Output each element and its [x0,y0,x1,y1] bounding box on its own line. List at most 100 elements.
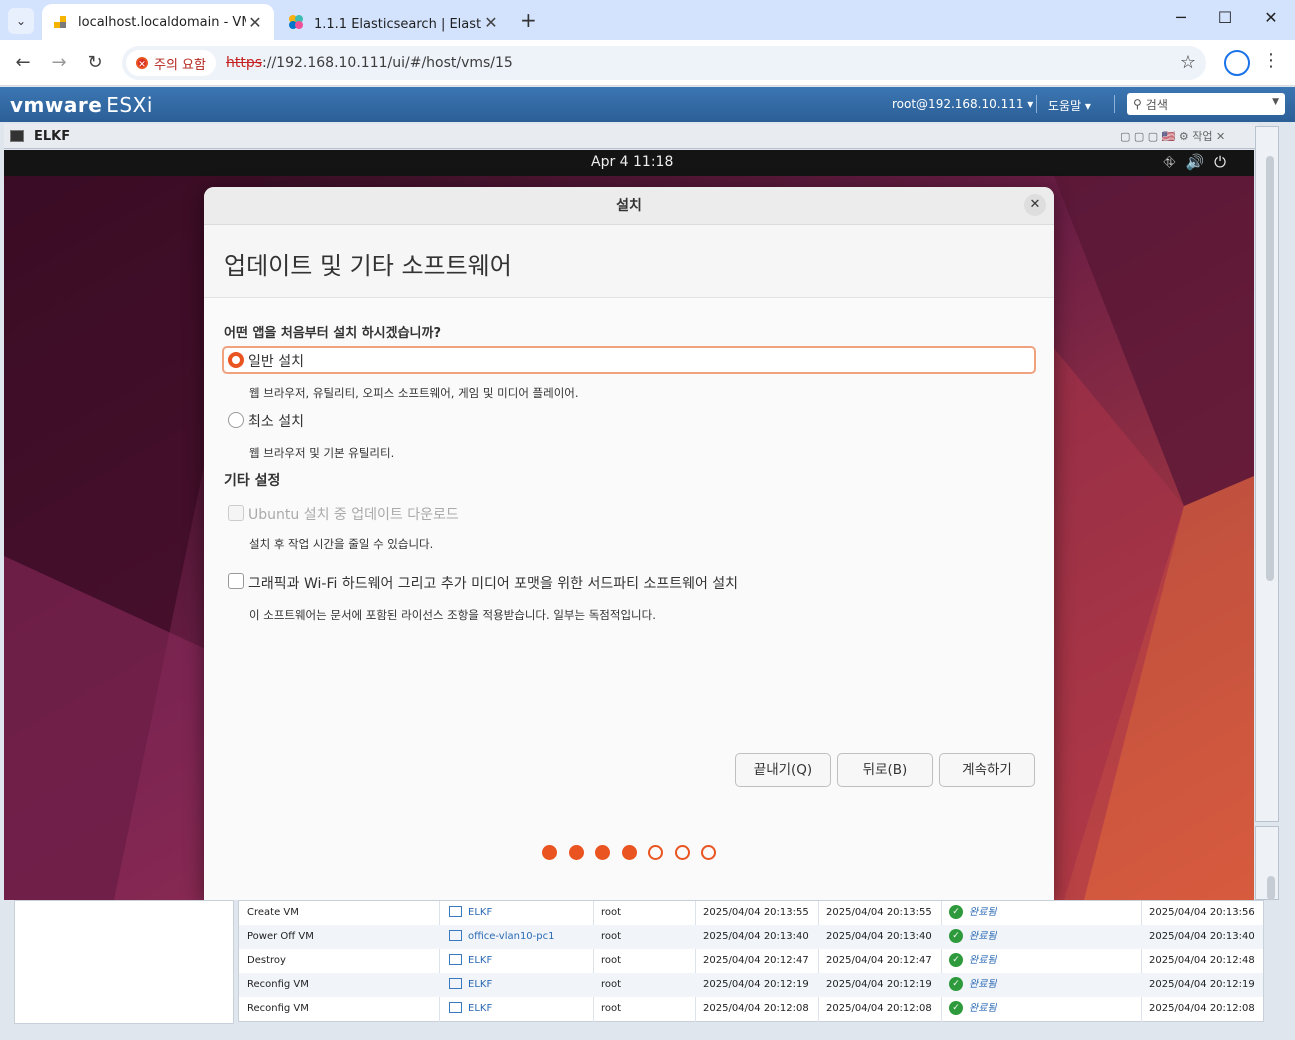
bookmark-star-icon[interactable]: ☆ [1180,52,1196,73]
task-started-text: 2025/04/04 20:13:40 [826,931,932,942]
progress-dot [701,845,716,860]
normal-install-option[interactable] [222,346,1036,374]
url-text[interactable]: https://192.168.10.111/ui/#/host/vms/15 [226,55,513,71]
quit-button[interactable]: 끝내기(Q) [735,753,831,787]
tasks-scrollbar[interactable] [1267,876,1275,900]
task-target-cell[interactable]: ELKF [449,901,492,925]
task-task-text: Reconfig VM [247,979,309,990]
progress-dot [621,845,637,860]
forward-arrow-icon[interactable]: → [46,50,72,76]
task-queued-cell: 2025/04/04 20:13:55 [703,901,809,925]
back-arrow-icon[interactable]: ← [10,50,36,76]
browser-tab-elastic[interactable]: 1.1.1 Elasticsearch | Elastic 가이드 ✕ [278,4,510,40]
task-started-text: 2025/04/04 20:12:19 [826,979,932,990]
esxi-search-input[interactable]: ⚲ 검색 ▼ [1127,93,1285,115]
task-target-text: office-vlan10-pc1 [468,931,555,942]
url-scheme: https [225,55,263,71]
table-row[interactable]: Reconfig VM ELKF root 2025/04/04 20:12:08 20… [239,997,1263,1021]
system-clock[interactable]: Apr 4 11:18 [591,154,673,170]
success-check-icon: ✓ [949,1001,963,1015]
progress-dot [542,845,557,860]
task-result-cell: ✓ 완료됨 [949,949,997,973]
table-row[interactable]: Power Off VM office-vlan10-pc1 root 2025/04… [239,925,1263,949]
minimize-window-icon[interactable]: ─ [1166,8,1196,27]
task-initiator-text: root [601,931,622,942]
task-started-cell: 2025/04/04 20:13:55 [826,901,932,925]
minimal-install-desc: 웹 브라우저 및 기본 유틸리티. [249,446,395,460]
task-task-cell: Reconfig VM [247,997,309,1021]
close-window-icon[interactable]: ✕ [1256,8,1286,27]
download-updates-label[interactable]: Ubuntu 설치 중 업데이트 다운로드 [248,504,459,524]
task-started-text: 2025/04/04 20:12:47 [826,955,932,966]
normal-install-radio[interactable] [228,352,244,368]
success-check-icon: ✓ [949,905,963,919]
progress-dot [595,845,610,860]
address-bar[interactable]: ✕ 주의 요함 https://192.168.10.111/ui/#/host… [122,46,1206,80]
normal-install-label[interactable]: 일반 설치 [248,351,304,371]
third-party-checkbox[interactable] [228,573,244,589]
tab-close-icon[interactable]: ✕ [246,13,264,32]
tab-title: localhost.localdomain - VMware [78,14,246,30]
tab-search-menu-button[interactable]: ⌄ [8,8,34,34]
task-target-cell[interactable]: ELKF [449,997,492,1021]
task-task-text: Destroy [247,955,286,966]
minimal-install-label[interactable]: 최소 설치 [248,411,304,431]
install-type-question: 어떤 앱을 처음부터 설치 하시겠습니까? [224,326,442,341]
header-divider [1036,95,1037,113]
continue-button[interactable]: 계속하기 [939,753,1035,787]
dialog-close-icon[interactable]: ✕ [1024,194,1046,216]
task-task-text: Reconfig VM [247,1003,309,1014]
task-result-cell: ✓ 완료됨 [949,973,997,997]
minimal-install-radio[interactable] [228,412,244,428]
recent-tasks-table: Create VM ELKF root 2025/04/04 20:13:55 2025… [238,900,1264,1023]
task-result-text: 완료됨 [969,931,997,942]
console-controls[interactable]: ▢ ▢ ▢ 🇺🇸 ⚙ 작업 ✕ [1120,128,1225,144]
header-divider [1114,95,1115,113]
maximize-window-icon[interactable]: ☐ [1210,8,1240,27]
vm-icon [449,1001,462,1013]
download-updates-checkbox[interactable] [228,505,244,521]
task-started-cell: 2025/04/04 20:12:47 [826,949,932,973]
table-row[interactable]: Create VM ELKF root 2025/04/04 20:13:55 2025… [239,901,1263,925]
task-initiator-cell: root [601,925,621,949]
task-completed-cell: 2025/04/04 20:13:40 [1149,925,1255,949]
task-target-cell[interactable]: ELKF [449,949,492,973]
dialog-title: 설치 [204,187,1054,225]
task-target-cell[interactable]: office-vlan10-pc1 [449,925,554,949]
task-target-text: ELKF [468,955,493,966]
scrollbar[interactable] [1266,156,1274,581]
browser-menu-icon[interactable]: ⋮ [1262,50,1280,71]
progress-dot [674,845,690,860]
task-queued-text: 2025/04/04 20:12:19 [703,979,809,990]
reload-icon[interactable]: ↻ [82,50,108,76]
new-tab-plus-icon[interactable]: + [520,8,537,32]
navigator-panel [14,900,234,1024]
task-completed-text: 2025/04/04 20:12:48 [1149,955,1255,966]
security-warning-chip[interactable]: ✕ 주의 요함 [126,50,216,76]
back-button[interactable]: 뒤로(B) [837,753,933,787]
table-row[interactable]: Destroy ELKF root 2025/04/04 20:12:47 2025/0… [239,949,1263,973]
task-result-text: 완료됨 [969,979,997,990]
console-window-icon [10,130,24,142]
profile-avatar-icon[interactable] [1224,50,1250,76]
help-menu[interactable]: 도움말 ▾ [1048,97,1091,114]
vm-console-screen[interactable]: Apr 4 11:18 ⛗🔊⏻ 설치 ✕ 업데이트 및 기타 소프트웨어 어떤 … [4,150,1254,900]
task-completed-cell: 2025/04/04 20:13:56 [1149,901,1255,925]
progress-dot [568,845,584,860]
third-party-label[interactable]: 그래픽과 Wi-Fi 하드웨어 그리고 추가 미디어 포맷을 위한 서드파티 소… [248,573,738,593]
task-task-cell: Reconfig VM [247,973,309,997]
other-settings-heading: 기타 설정 [224,473,281,489]
tab-close-icon[interactable]: ✕ [482,13,500,32]
chevron-down-icon[interactable]: ▼ [1272,97,1279,107]
system-tray[interactable]: ⛗🔊⏻ [1163,153,1236,171]
task-completed-text: 2025/04/04 20:13:40 [1149,931,1255,942]
table-row[interactable]: Reconfig VM ELKF root 2025/04/04 20:12:19 20… [239,973,1263,997]
success-check-icon: ✓ [949,977,963,991]
task-target-cell[interactable]: ELKF [449,973,492,997]
task-result-text: 완료됨 [969,955,997,966]
brand-vmware: vmware [10,93,103,117]
user-menu[interactable]: root@192.168.10.111 ▾ [892,97,1033,111]
browser-tab-vmware[interactable]: localhost.localdomain - VMware ✕ [42,4,274,40]
task-completed-text: 2025/04/04 20:12:19 [1149,979,1255,990]
task-started-cell: 2025/04/04 20:12:08 [826,997,932,1021]
